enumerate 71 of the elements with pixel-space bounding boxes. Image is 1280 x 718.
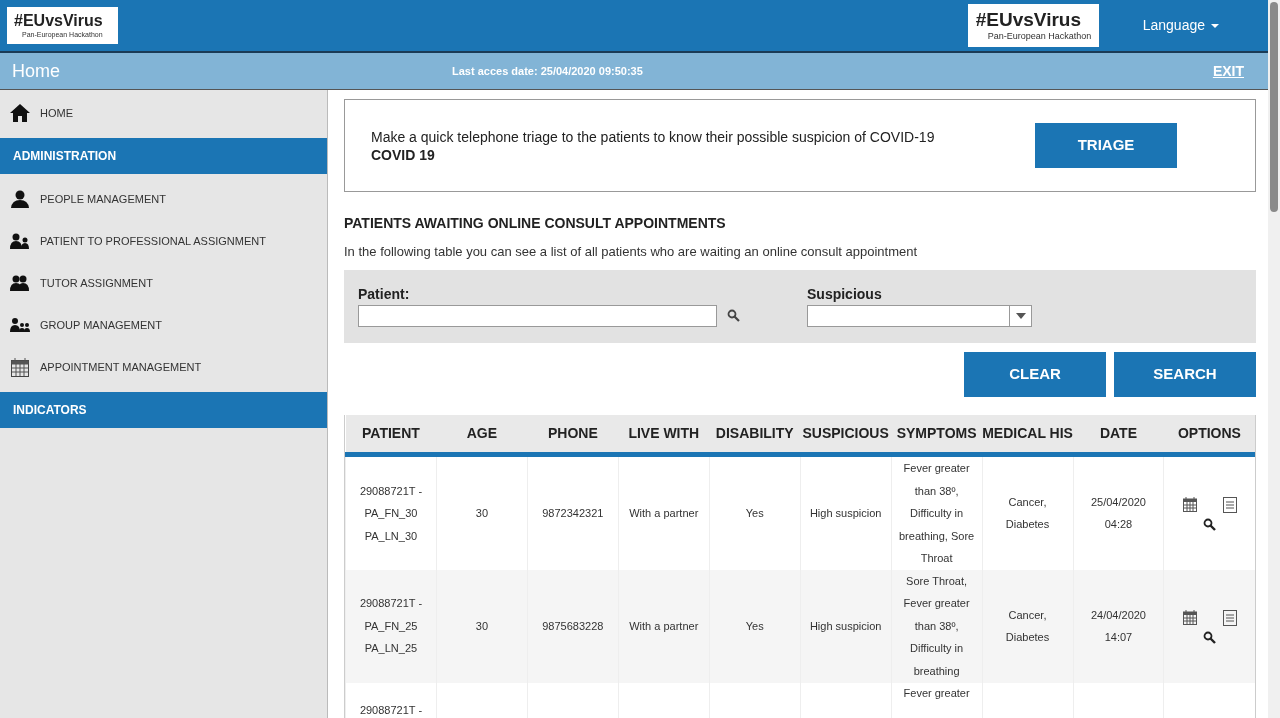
column-header: DATE	[1073, 414, 1164, 455]
table-cell: High suspicion	[809, 619, 882, 632]
column-header: MEDICAL HIS	[982, 414, 1073, 455]
table-cell: 25/04/2020 04:28	[1090, 495, 1146, 531]
sidebar-item[interactable]: PATIENT TO PROFESSIONAL ASSIGNMENT	[0, 220, 327, 262]
section-description: In the following table you can see a list of all patients who are waiting an online consult appointment	[344, 243, 919, 261]
suspicious-label: Suspicious	[807, 284, 883, 304]
calendar-icon	[11, 357, 29, 377]
logo-subtitle: Pan-European Hackathon	[986, 31, 1093, 42]
column-header: SUSPICIOUS	[800, 414, 892, 455]
table-cell: Sore Throat, Fever greater than 38º, Difficulty in breathing	[903, 574, 970, 677]
table-cell: 29088721T - PA_FN_30 PA_LN_30	[359, 484, 423, 542]
table-cell: With a partner	[629, 507, 699, 519]
table-cell: Yes	[745, 507, 764, 519]
search-icon[interactable]	[1203, 518, 1217, 532]
caret-icon	[1211, 23, 1219, 28]
table-cell: With a partner	[629, 619, 699, 632]
triage-button[interactable]: TRIAGE	[1035, 123, 1177, 168]
person-icon	[11, 190, 29, 208]
column-header: AGE	[436, 414, 528, 455]
table-cell: 24/04/2020 14:07	[1090, 608, 1146, 643]
sidebar-item[interactable]: HOME	[0, 92, 327, 134]
triage-text: Make a quick telephone triage to the patients to know their possible suspicion of COVID-19	[371, 127, 936, 146]
table-cell: 29088721T -	[359, 703, 423, 716]
table-cell: 9872342321	[542, 507, 604, 519]
group-icon	[10, 318, 30, 332]
filter-button[interactable]: SEARCH	[1114, 351, 1256, 397]
column-header: DISABILITY	[709, 414, 801, 455]
house-icon	[10, 104, 30, 122]
sidebar-item[interactable]: GROUP MANAGEMENT	[0, 304, 327, 346]
table-cell: 29088721T - PA_FN_25 PA_LN_25	[359, 597, 423, 655]
table-cell: Fever greater	[903, 686, 970, 699]
sidebar-item[interactable]: APPOINTMENT MANAGEMENT	[0, 346, 327, 388]
section-title: PATIENTS AWAITING ONLINE CONSULT APPOINTMENTS	[344, 214, 727, 233]
people-icon	[10, 233, 30, 249]
document-icon[interactable]	[1222, 610, 1237, 626]
table-cell: 9875683228	[542, 619, 604, 632]
scrollbar[interactable]	[1268, 0, 1280, 718]
sidebar-section[interactable]: ADMINISTRATION	[0, 138, 327, 174]
last-access-date: Last acces date: 25/04/2020 09:50:35	[452, 63, 643, 79]
table-cell: High suspicion	[809, 507, 882, 519]
calendar-icon[interactable]	[1182, 497, 1197, 513]
table-cell: Yes	[745, 619, 764, 632]
column-header: PATIENT	[345, 414, 437, 455]
table-cell: Cancer, Diabetes	[1005, 495, 1050, 531]
table-cell: 30	[475, 507, 489, 519]
suspicious-select[interactable]	[807, 304, 1032, 327]
column-header: OPTIONS	[1163, 414, 1255, 455]
filter-button[interactable]: CLEAR	[964, 351, 1106, 397]
sidebar-section[interactable]: INDICATORS	[0, 392, 327, 428]
page-title: Home	[11, 59, 61, 83]
column-header: PHONE	[527, 414, 619, 455]
logo-title: #EUvsVirus	[975, 9, 1082, 31]
table-cell: Cancer, Diabetes	[1005, 608, 1050, 643]
triage-highlight: COVID 19	[371, 145, 436, 164]
people-icon	[10, 275, 30, 291]
logo-title: #EUvsVirus	[14, 12, 104, 30]
language-dropdown[interactable]: Language	[1142, 15, 1219, 36]
patient-input-field[interactable]	[358, 304, 717, 327]
sidebar-item[interactable]: TUTOR ASSIGNMENT	[0, 262, 327, 304]
column-header: LIVE WITH	[618, 414, 710, 455]
table-cell: Fever greater than 38º, Difficulty in breathing, Sore Throat	[899, 462, 975, 564]
document-icon[interactable]	[1222, 497, 1237, 514]
calendar-icon[interactable]	[1182, 610, 1197, 625]
caret-icon	[1015, 312, 1026, 319]
search-icon[interactable]	[1203, 631, 1217, 644]
table-cell: 30	[475, 619, 489, 632]
search-icon[interactable]	[727, 309, 740, 322]
column-header: SYMPTOMS	[891, 414, 983, 455]
sidebar-item[interactable]: PEOPLE MANAGEMENT	[0, 178, 327, 220]
patient-label: Patient:	[358, 284, 411, 304]
